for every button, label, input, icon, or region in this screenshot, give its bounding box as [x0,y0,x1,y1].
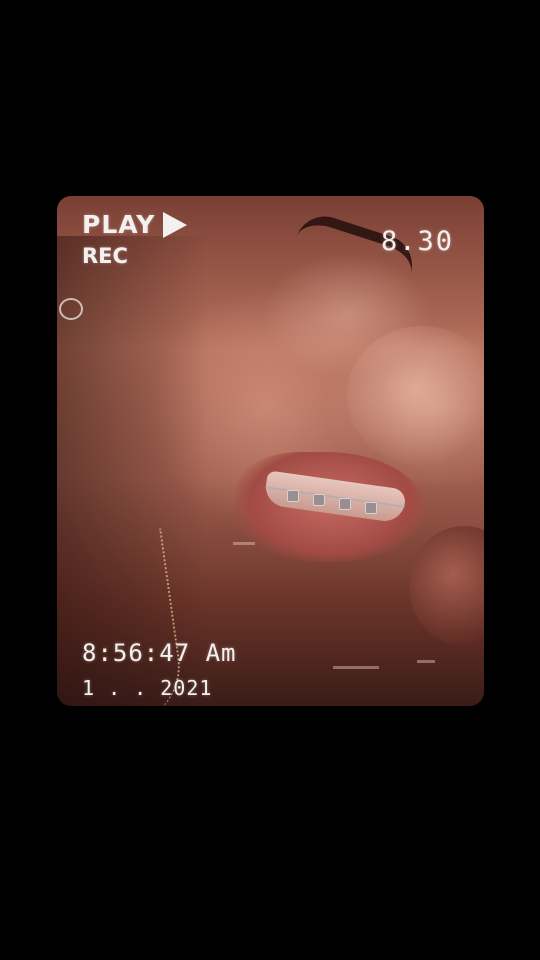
timestamp-time: 8:56:47 Am [82,639,237,667]
play-indicator: PLAY [82,210,188,239]
glitch-line [233,542,255,545]
brace-bracket [365,502,377,514]
earring [59,298,83,320]
smile [235,452,425,572]
rec-label: REC [82,244,128,268]
play-triangle-icon [163,211,188,238]
brace-bracket [339,498,351,510]
glitch-line [333,666,379,669]
nose-highlight [347,326,484,466]
brace-bracket [313,494,325,506]
photo-frame [57,196,484,706]
play-label: PLAY [82,210,156,239]
glitch-line [417,660,435,663]
tape-counter: 8.30 [381,226,455,257]
brace-bracket [287,490,299,502]
timestamp-date: 1 . . 2021 [82,676,213,700]
